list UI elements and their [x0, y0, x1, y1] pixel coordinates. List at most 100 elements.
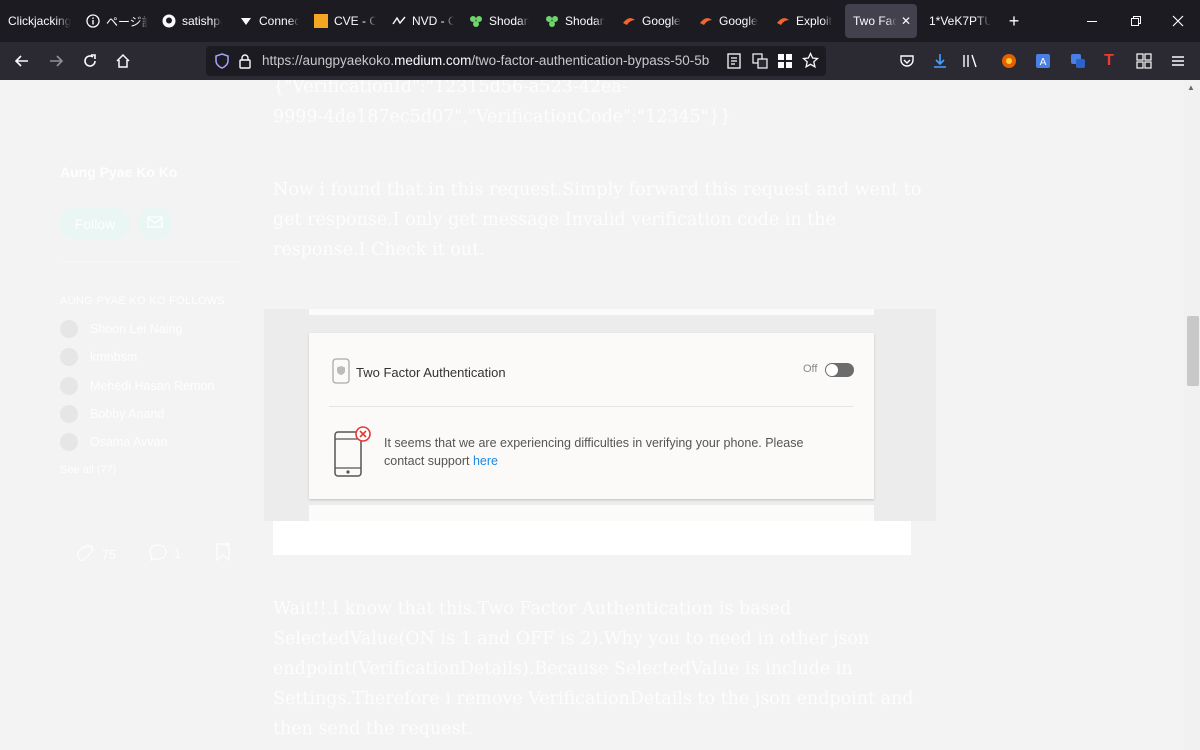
tab-label: Shodan: [489, 14, 529, 28]
bookmark-icon: [214, 542, 232, 565]
paragraph: Now i found that in this request.Simply …: [273, 180, 922, 260]
tab-two-factor[interactable]: Two Factor ✕: [845, 4, 917, 38]
tab-label: ページ設定: [106, 14, 148, 29]
support-link: here: [472, 454, 498, 468]
avatar: [60, 405, 78, 423]
json-line: 9999-4de187ec5d07","VerificationCode":"1…: [273, 107, 732, 127]
follows-item[interactable]: Mehedi Hasan Remon: [60, 377, 214, 395]
exploit-icon: [776, 14, 790, 28]
tab-clickjacking[interactable]: Clickjacking: [8, 0, 74, 42]
menu-icon[interactable]: [1168, 51, 1188, 71]
follows-name: Shoon Lei Naing: [90, 322, 183, 336]
grid-icon[interactable]: [777, 53, 793, 74]
github-icon: [162, 14, 176, 28]
tab-connect[interactable]: Connect: [239, 0, 299, 42]
url-bar[interactable]: https://aungpyaekoko.medium.com/two-fact…: [206, 46, 826, 76]
bookmark-button[interactable]: [214, 542, 232, 565]
google-icon: [699, 14, 713, 28]
follows-item[interactable]: Bobby Anand: [60, 405, 164, 423]
scrollbar[interactable]: ▲: [1184, 80, 1200, 750]
see-all-link[interactable]: See all (77): [60, 464, 116, 476]
clap-icon: [74, 542, 96, 567]
reload-button[interactable]: [76, 47, 104, 75]
toggle-label: Off: [803, 363, 818, 375]
author-name[interactable]: Aung Pyae Ko Ko: [60, 164, 177, 180]
response-button[interactable]: 1: [148, 542, 181, 565]
article-page: {"VerificationId":"12315d56-a523-42ea- 9…: [0, 80, 1200, 750]
tab-label: Exploit: [796, 14, 833, 28]
tab-label: Clickjacking: [8, 14, 72, 28]
tab-label: Connect: [259, 14, 299, 28]
paragraph: Wait!!.I know that this.Two Factor Authe…: [273, 599, 914, 739]
avatar: [60, 348, 78, 366]
tab-label: Shodan: [565, 14, 605, 28]
avatar: [60, 433, 78, 451]
t-extension-icon[interactable]: T: [1099, 51, 1119, 71]
image-caption-area: [273, 521, 911, 555]
download-icon[interactable]: [930, 51, 950, 71]
error-message: It seems that we are experiencing diffic…: [384, 436, 804, 468]
back-button[interactable]: [8, 47, 36, 75]
image-strip: [309, 309, 874, 315]
tab-github[interactable]: satishpatra: [162, 0, 222, 42]
divider: [60, 261, 240, 262]
pocket-icon[interactable]: [897, 51, 917, 71]
follows-item[interactable]: Shoon Lei Naing: [60, 320, 182, 338]
follows-heading: AUNG PYAE KO KO FOLLOWS: [60, 295, 226, 307]
close-window-button[interactable]: [1156, 0, 1200, 42]
minimize-button[interactable]: [1070, 0, 1114, 42]
phone-error-icon: [333, 426, 373, 485]
follows-item[interactable]: Osama Avvan: [60, 433, 168, 451]
clap-button[interactable]: 75: [74, 542, 116, 567]
tab-nvd[interactable]: NVD - CVE: [392, 0, 454, 42]
bookmark-star-icon[interactable]: [801, 51, 820, 74]
phone-shield-icon: [332, 358, 350, 389]
reader-view-icon[interactable]: [726, 53, 742, 74]
tab-google-1[interactable]: Google: [622, 0, 682, 42]
avatar: [60, 377, 78, 395]
tab-label: CVE - CVE: [334, 14, 376, 28]
tab-shodan-2[interactable]: Shodan: [545, 0, 605, 42]
clap-count: 75: [102, 547, 116, 562]
scroll-up-arrow[interactable]: ▲: [1187, 83, 1195, 92]
translate-extension-icon[interactable]: A: [1033, 51, 1053, 71]
cve-icon: [314, 14, 328, 28]
tab-google-2[interactable]: Google: [699, 0, 759, 42]
new-tab-button[interactable]: +: [992, 0, 1036, 42]
tab-label: Two Factor: [853, 14, 897, 28]
follow-button[interactable]: Follow: [60, 207, 130, 240]
article-image: Two Factor Authentication Off It seems t…: [264, 309, 936, 521]
image-strip: [309, 505, 874, 521]
tab-page-settings[interactable]: ページ設定: [86, 0, 148, 42]
library-icon[interactable]: [960, 51, 980, 71]
extension-icon[interactable]: [999, 51, 1019, 71]
tab-bar: Clickjacking ページ設定 satishpatra Connect C…: [0, 0, 1200, 42]
two-factor-title: Two Factor Authentication: [356, 365, 506, 380]
translator-icon[interactable]: [1068, 51, 1088, 71]
shodan-icon: [469, 14, 483, 28]
close-icon[interactable]: ✕: [901, 14, 911, 28]
puzzle-icon[interactable]: [1134, 51, 1154, 71]
subscribe-button[interactable]: [137, 207, 172, 240]
mail-icon: [146, 215, 163, 232]
home-button[interactable]: [109, 47, 137, 75]
nvd-icon: [392, 14, 406, 28]
scrollbar-thumb[interactable]: [1187, 316, 1199, 386]
url-text[interactable]: https://aungpyaekoko.medium.com/two-fact…: [262, 53, 710, 68]
svg-text:A: A: [1040, 57, 1047, 68]
translate-icon[interactable]: [752, 53, 768, 74]
shield-icon[interactable]: [214, 53, 230, 74]
forward-button[interactable]: [42, 47, 70, 75]
settings-card: Two Factor Authentication Off It seems t…: [309, 333, 874, 499]
tab-exploit[interactable]: Exploit: [776, 0, 836, 42]
tab-shodan-1[interactable]: Shodan: [469, 0, 529, 42]
two-factor-toggle: [825, 363, 854, 377]
tab-image[interactable]: 1*VeK7PTU: [929, 0, 991, 42]
restore-button[interactable]: [1114, 0, 1158, 42]
json-line: {"VerificationId":"12315d56-a523-42ea-: [273, 80, 628, 97]
tab-cve[interactable]: CVE - CVE: [314, 0, 376, 42]
lock-icon[interactable]: [238, 53, 252, 74]
divider: [329, 406, 853, 407]
follows-item[interactable]: kmnbsm: [60, 348, 137, 366]
tab-label: Google: [719, 14, 758, 28]
